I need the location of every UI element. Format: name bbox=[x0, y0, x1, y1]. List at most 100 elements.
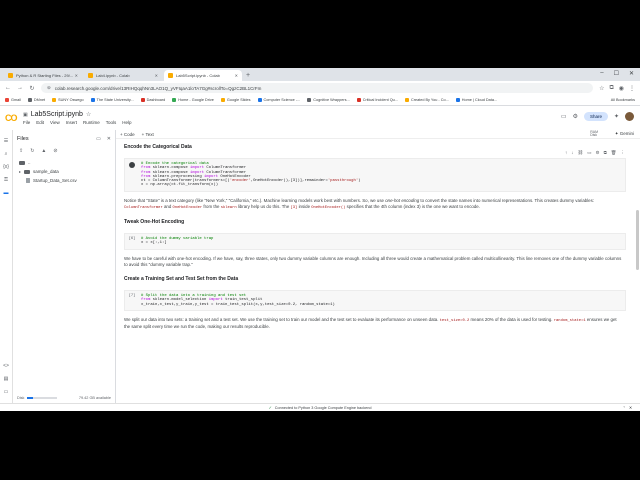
close-icon[interactable]: ✕ bbox=[629, 405, 632, 410]
code-cell[interactable]: [7] # Split the data into a training and… bbox=[124, 290, 626, 312]
add-text-button[interactable]: + Text bbox=[142, 132, 154, 137]
comment-icon[interactable]: ▭ bbox=[561, 113, 567, 120]
all-bookmarks-button[interactable]: All Bookmarks bbox=[611, 98, 635, 102]
site-icon bbox=[455, 98, 460, 102]
close-icon[interactable]: ✕ bbox=[75, 73, 78, 78]
section-heading: Create a Training Set and Test Set from … bbox=[124, 276, 239, 283]
bookmark[interactable]: The State University... bbox=[90, 98, 134, 102]
maximize-icon[interactable]: ☐ bbox=[614, 70, 619, 77]
execution-count[interactable]: [6] bbox=[125, 234, 139, 249]
cell-gutter bbox=[125, 159, 139, 191]
bookmark[interactable]: Created By You - Co... bbox=[404, 98, 449, 102]
gemini-star-icon[interactable]: ✦ bbox=[614, 113, 619, 120]
reload-icon[interactable]: ↻ bbox=[29, 85, 35, 92]
bookmark[interactable]: Cognitive Wrappers... bbox=[307, 98, 350, 102]
execution-count[interactable]: [7] bbox=[125, 291, 139, 310]
code-cell[interactable]: [6] # Avoid the dummy variable trap x = … bbox=[124, 233, 626, 250]
mount-drive-icon[interactable]: ▲ bbox=[41, 148, 46, 154]
bookmark[interactable]: Home - Google Drive bbox=[172, 98, 214, 102]
close-icon[interactable]: ✕ bbox=[155, 73, 158, 78]
settings-icon[interactable]: ⚙ bbox=[573, 113, 578, 120]
code-text[interactable]: # Encode the categorical data from sklea… bbox=[139, 159, 363, 191]
folder-icon[interactable]: ▬ bbox=[4, 190, 9, 196]
toc-icon[interactable]: ☰ bbox=[4, 138, 8, 144]
variables-icon[interactable]: {x} bbox=[3, 164, 9, 170]
close-icon[interactable]: ✕ bbox=[235, 73, 238, 78]
move-down-icon[interactable]: ↓ bbox=[571, 150, 573, 156]
menu-edit[interactable]: Edit bbox=[36, 120, 44, 125]
bookmark[interactable]: SUNY Oswego bbox=[52, 98, 84, 102]
menu-file[interactable]: File bbox=[23, 120, 30, 125]
bookmark[interactable]: DMnet bbox=[27, 98, 45, 102]
gemini-button[interactable]: ✦ Gemini bbox=[615, 131, 634, 137]
bookmark[interactable]: Computer Science -... bbox=[257, 98, 300, 102]
avatar[interactable] bbox=[625, 112, 634, 121]
file-tree-item[interactable]: Startup_Data_Set.csv bbox=[13, 176, 115, 185]
menu-help[interactable]: Help bbox=[122, 120, 131, 125]
close-icon[interactable]: ✕ bbox=[107, 136, 111, 142]
comment-icon[interactable]: ▭ bbox=[587, 150, 591, 156]
resources-indicator[interactable]: RAM Disk bbox=[590, 130, 598, 138]
bookmark-star-icon[interactable]: ☆ bbox=[599, 85, 604, 92]
url-input[interactable]: ⊜ colab.research.google.com/drive/13RIHQ… bbox=[41, 83, 594, 93]
chevron-right-icon[interactable]: ▸ bbox=[19, 169, 21, 174]
menu-runtime[interactable]: Runtime bbox=[83, 120, 100, 125]
bookmark[interactable]: Home | Cloud Data... bbox=[455, 98, 497, 102]
disk-usage-bar bbox=[27, 397, 58, 399]
more-icon[interactable]: ⋮ bbox=[621, 150, 626, 156]
share-button[interactable]: Share bbox=[583, 112, 608, 121]
search-icon[interactable]: ⌕ bbox=[5, 151, 8, 157]
expand-icon[interactable]: ▭ bbox=[96, 136, 101, 142]
link-icon[interactable]: ⛓ bbox=[578, 150, 584, 156]
notebook-title[interactable]: Lab5Script.ipynb bbox=[31, 111, 83, 118]
run-cell-icon[interactable] bbox=[129, 162, 135, 168]
chevron-icon[interactable]: ‹ bbox=[624, 405, 625, 410]
refresh-icon[interactable]: ↻ bbox=[30, 148, 34, 154]
code-text[interactable]: # Split the data into a training and tes… bbox=[139, 291, 337, 310]
bookmark[interactable]: Gmail bbox=[5, 98, 21, 102]
file-tree-item[interactable]: ▸ sample_data bbox=[13, 167, 115, 176]
close-window-icon[interactable]: ✕ bbox=[629, 70, 634, 77]
code-text[interactable]: # Avoid the dummy variable trap x = x[:,… bbox=[139, 234, 215, 249]
secrets-icon[interactable]: ⚿ bbox=[4, 177, 8, 183]
notebook-area: + Code + Text RAM Disk ✦ Gemini Encode th… bbox=[116, 130, 640, 403]
forward-icon[interactable]: → bbox=[17, 85, 23, 91]
browser-menu-icon[interactable]: ⋮ bbox=[629, 85, 635, 92]
new-tab-button[interactable]: + bbox=[246, 72, 250, 79]
profile-icon[interactable]: ◉ bbox=[619, 85, 624, 92]
add-code-button[interactable]: + Code bbox=[120, 132, 135, 137]
terminal-icon[interactable]: ▭ bbox=[4, 389, 9, 395]
colab-logo[interactable]: CO bbox=[5, 113, 23, 123]
file-tree-item[interactable]: .. bbox=[13, 158, 115, 167]
code-cell[interactable]: ↑ ↓ ⛓ ▭ ⚙ ⧉ 🗑 ⋮ # Encode the categorical… bbox=[124, 150, 626, 192]
browser-tab-3[interactable]: Lab5Script.ipynb - Colab ✕ bbox=[164, 70, 242, 81]
move-up-icon[interactable]: ↑ bbox=[565, 150, 567, 156]
slides-icon bbox=[220, 98, 225, 102]
notebook-content: Encode the Categorical Data ↑ ↓ ⛓ ▭ ⚙ ⧉ … bbox=[116, 140, 632, 403]
site-info-icon[interactable]: ⊜ bbox=[47, 85, 51, 91]
minimize-icon[interactable]: – bbox=[600, 70, 603, 77]
star-icon[interactable]: ☆ bbox=[86, 111, 91, 118]
upload-icon[interactable]: ⇪ bbox=[19, 148, 23, 154]
extensions-icon[interactable]: ⧉ bbox=[609, 85, 613, 92]
left-rail: ☰ ⌕ {x} ⚿ ▬ <> ▤ ▭ bbox=[0, 130, 13, 411]
browser-tab-1[interactable]: Python & R Starting Files - 29/... ✕ bbox=[4, 70, 82, 81]
bookmark[interactable]: Google Slides bbox=[220, 98, 251, 102]
menu-insert[interactable]: Insert bbox=[66, 120, 77, 125]
mirror-icon[interactable]: ⧉ bbox=[604, 150, 607, 156]
menu-view[interactable]: View bbox=[50, 120, 60, 125]
back-icon[interactable]: ← bbox=[5, 85, 11, 91]
files-toolbar: ⇪ ↻ ▲ ⊘ bbox=[13, 148, 115, 154]
command-palette-icon[interactable]: ▤ bbox=[4, 376, 9, 382]
delete-icon[interactable]: 🗑 bbox=[611, 150, 617, 156]
code-snippets-icon[interactable]: <> bbox=[3, 363, 9, 369]
hide-icon[interactable]: ⊘ bbox=[53, 148, 57, 154]
bookmark[interactable]: Critical Incident Qu... bbox=[356, 98, 398, 102]
settings-icon[interactable]: ⚙ bbox=[596, 150, 600, 156]
bookmark[interactable]: Dashboard bbox=[140, 98, 165, 102]
scrollbar[interactable] bbox=[636, 210, 639, 270]
menu-tools[interactable]: Tools bbox=[106, 120, 117, 125]
files-title: Files bbox=[17, 136, 29, 142]
url-text: colab.research.google.com/drive/13RIHQqq… bbox=[54, 85, 262, 91]
browser-tab-2[interactable]: Lab4.ipynb - Colab ✕ bbox=[84, 70, 162, 81]
